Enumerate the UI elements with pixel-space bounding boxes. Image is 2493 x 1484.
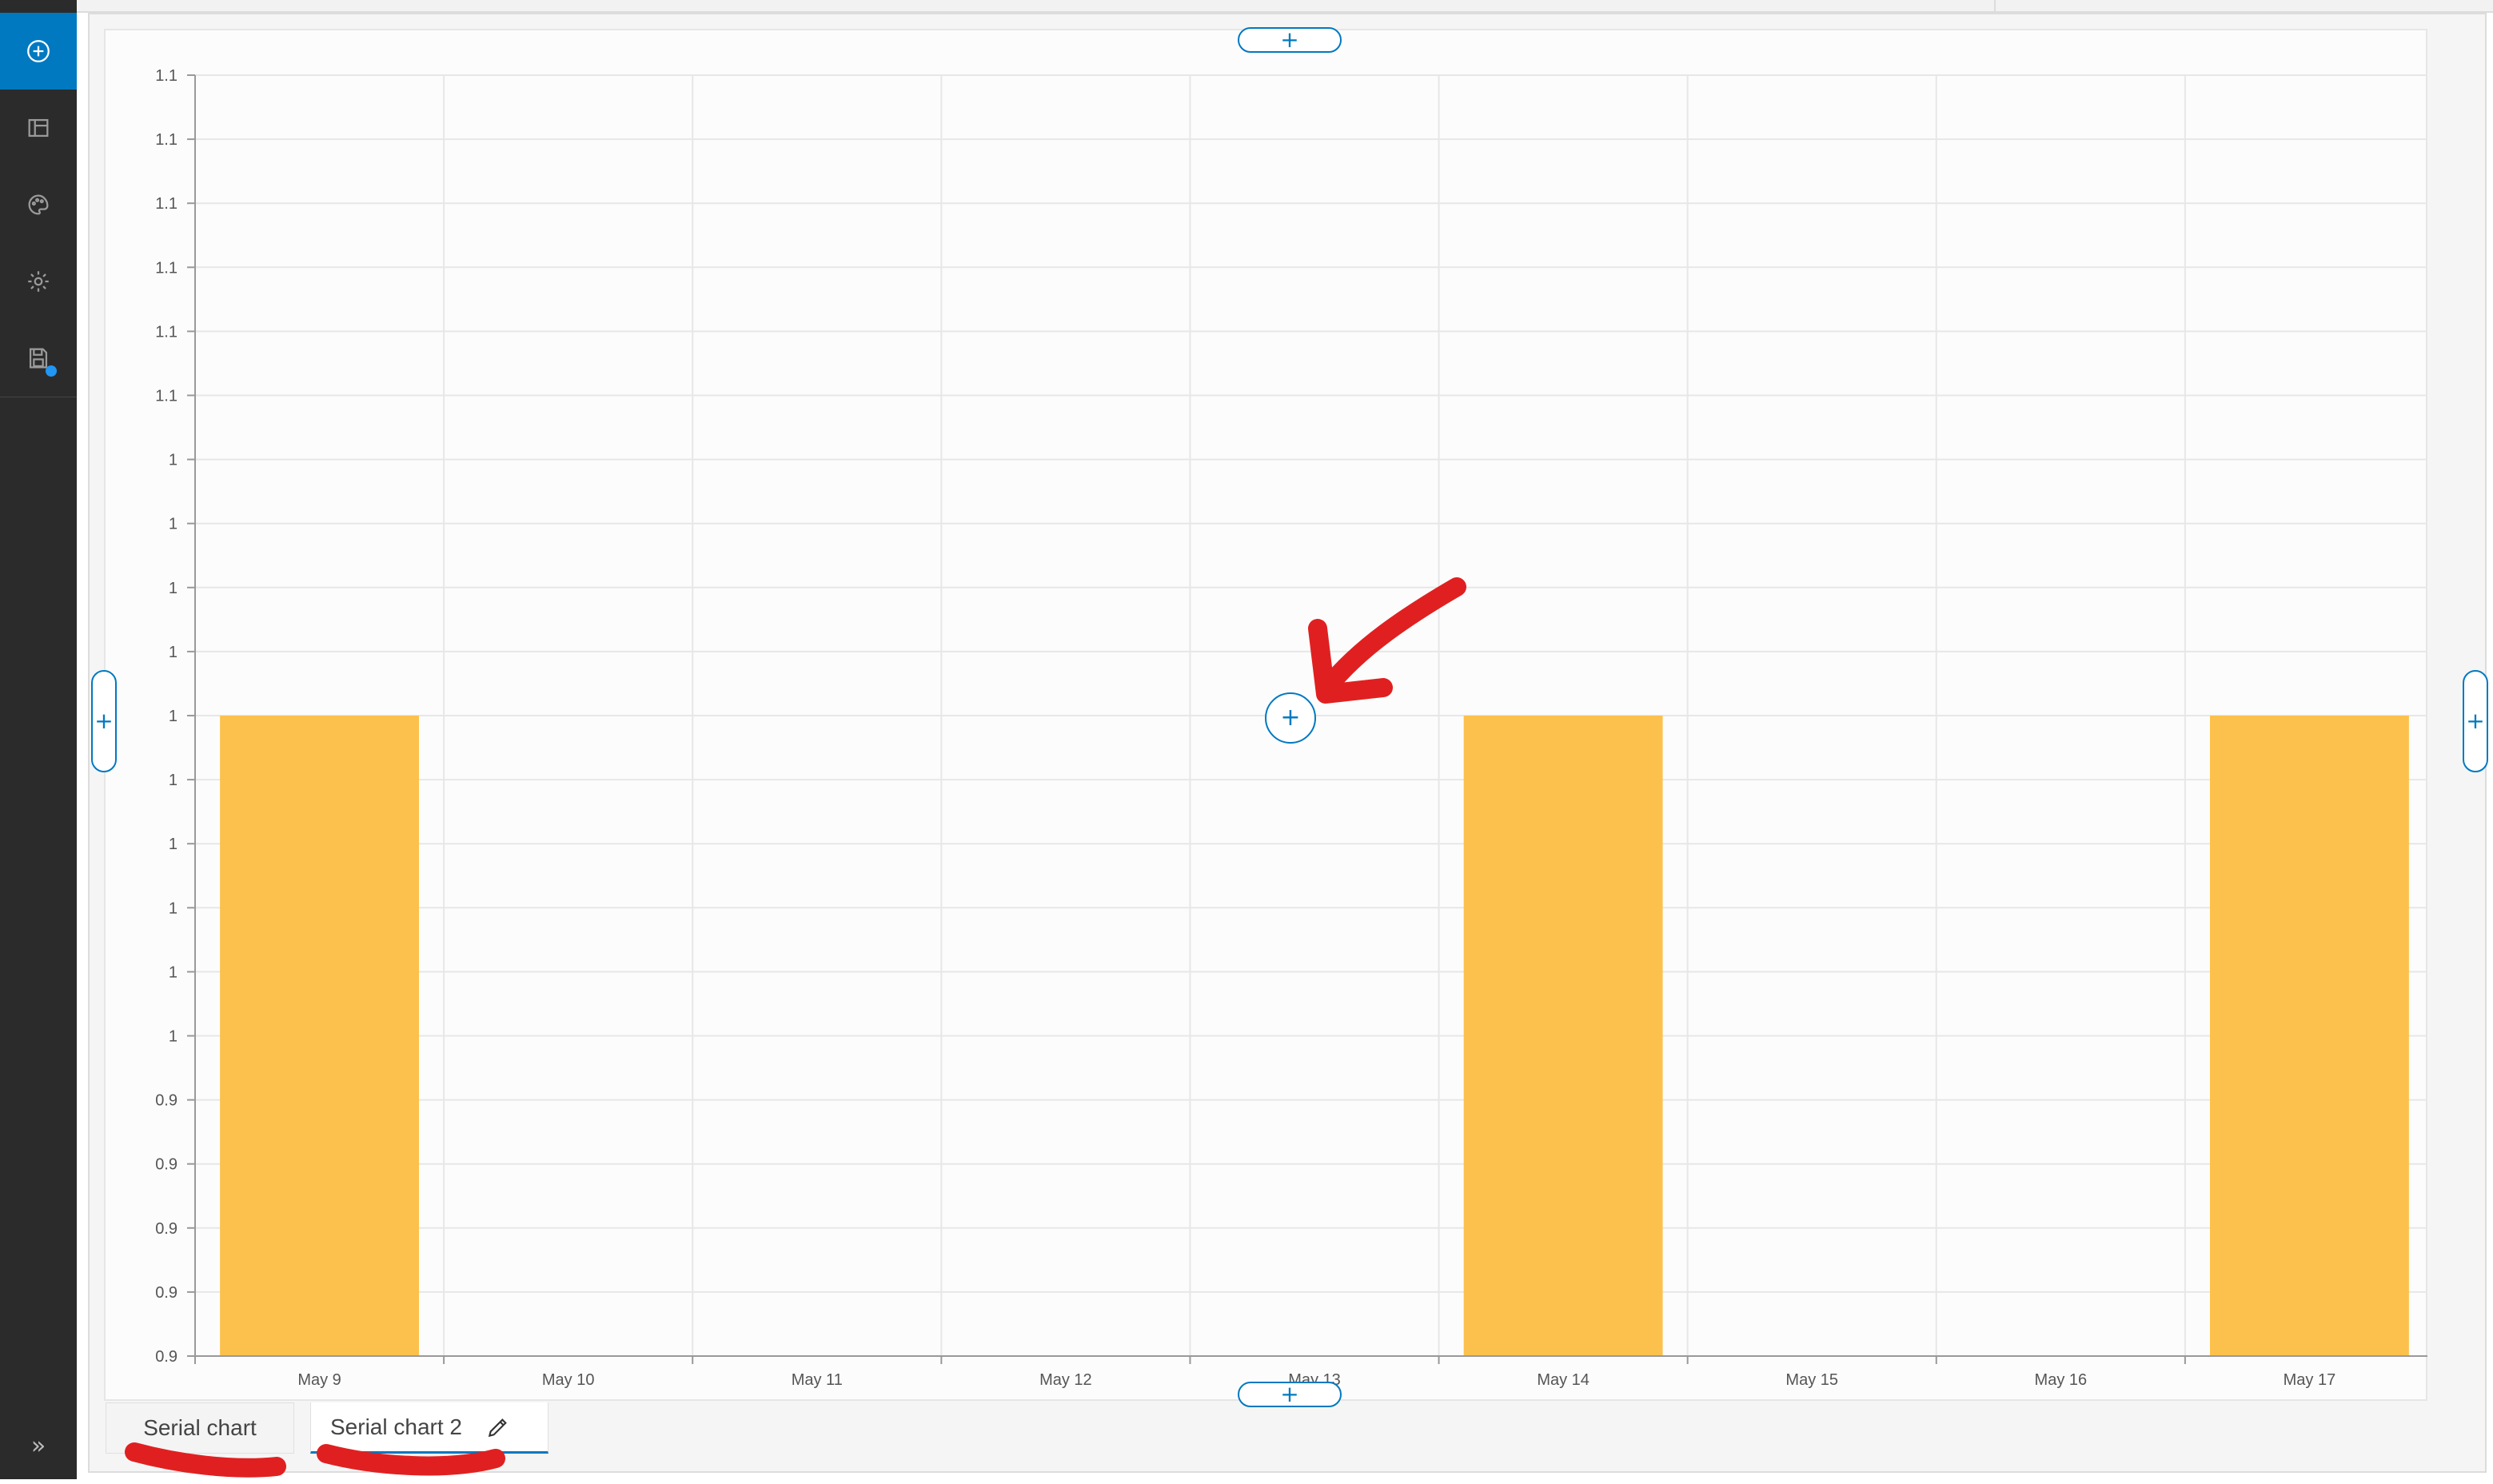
layout-icon bbox=[28, 118, 49, 138]
y-tick-label: 1.1 bbox=[155, 388, 178, 405]
y-tick-label: 1 bbox=[169, 772, 178, 789]
add-row-above-button[interactable]: + bbox=[1238, 27, 1342, 53]
toolbar-divider bbox=[1994, 0, 1996, 11]
y-axis-tick-labels: 1.1 1.1 1.1 1.1 1.1 1.1 1 1 1 1 1 1 1 1 1 1 0.9 0.9 0.9 0.9… bbox=[155, 67, 178, 1366]
sidebar: » bbox=[0, 0, 77, 1479]
unsaved-changes-badge bbox=[46, 365, 57, 377]
y-tick-label: 0.9 bbox=[155, 1092, 178, 1110]
y-tick-label: 0.9 bbox=[155, 1220, 178, 1238]
tab-serial-chart[interactable]: Serial chart bbox=[106, 1402, 294, 1454]
settings-button[interactable] bbox=[0, 243, 77, 320]
bar[interactable] bbox=[220, 716, 419, 1356]
y-tick-label: 1 bbox=[169, 708, 178, 725]
y-tick-label: 1.1 bbox=[155, 259, 178, 277]
palette-icon bbox=[28, 194, 49, 215]
x-tick-label: May 11 bbox=[792, 1371, 843, 1389]
y-tick-label: 0.9 bbox=[155, 1348, 178, 1366]
x-tick-label: May 16 bbox=[2035, 1371, 2088, 1389]
y-tick-label: 1 bbox=[169, 644, 178, 661]
layout-button[interactable] bbox=[0, 90, 77, 166]
y-tick-label: 1 bbox=[169, 452, 178, 469]
x-tick-label: May 9 bbox=[297, 1371, 341, 1389]
add-widget-button[interactable] bbox=[0, 13, 77, 90]
tab-serial-chart-2[interactable]: Serial chart 2 bbox=[310, 1402, 548, 1454]
tab-label: Serial chart 2 bbox=[330, 1414, 462, 1439]
x-tick-label: May 15 bbox=[1785, 1371, 1838, 1389]
y-tick-label: 1 bbox=[169, 900, 178, 917]
double-chevron-right-icon: » bbox=[30, 1431, 46, 1460]
x-tick-label: May 17 bbox=[2284, 1371, 2336, 1389]
expand-sidebar-button[interactable]: » bbox=[0, 1407, 77, 1484]
add-element-center-button[interactable]: + bbox=[1265, 692, 1316, 744]
y-tick-label: 1.1 bbox=[155, 323, 178, 341]
bar[interactable] bbox=[1463, 716, 1663, 1356]
y-tick-label: 1 bbox=[169, 516, 178, 533]
theme-button[interactable] bbox=[0, 166, 77, 243]
tab-label: Serial chart bbox=[143, 1415, 257, 1440]
add-column-right-button[interactable]: + bbox=[2463, 670, 2488, 772]
add-row-below-button[interactable]: + bbox=[1238, 1382, 1342, 1407]
x-tick-label: May 10 bbox=[542, 1371, 595, 1389]
bar[interactable] bbox=[2210, 716, 2409, 1356]
y-tick-label: 1 bbox=[169, 1028, 178, 1046]
add-circle-icon bbox=[27, 40, 50, 62]
y-tick-label: 1.1 bbox=[155, 131, 178, 149]
edit-tab-button[interactable] bbox=[485, 1414, 512, 1441]
y-tick-label: 1 bbox=[169, 963, 178, 981]
pencil-icon bbox=[488, 1418, 507, 1437]
y-tick-label: 0.9 bbox=[155, 1284, 178, 1302]
x-tick-label: May 14 bbox=[1537, 1371, 1590, 1389]
y-tick-label: 0.9 bbox=[155, 1156, 178, 1174]
add-column-left-button[interactable]: + bbox=[91, 670, 117, 772]
save-button[interactable] bbox=[0, 320, 77, 397]
y-tick-label: 1.1 bbox=[155, 195, 178, 213]
y-tick-label: 1 bbox=[169, 836, 178, 853]
gear-icon bbox=[28, 271, 49, 292]
top-toolbar-strip bbox=[77, 0, 2493, 13]
y-tick-label: 1 bbox=[169, 580, 178, 597]
y-tick-label: 1.1 bbox=[155, 67, 178, 85]
x-tick-label: May 12 bbox=[1039, 1371, 1092, 1389]
